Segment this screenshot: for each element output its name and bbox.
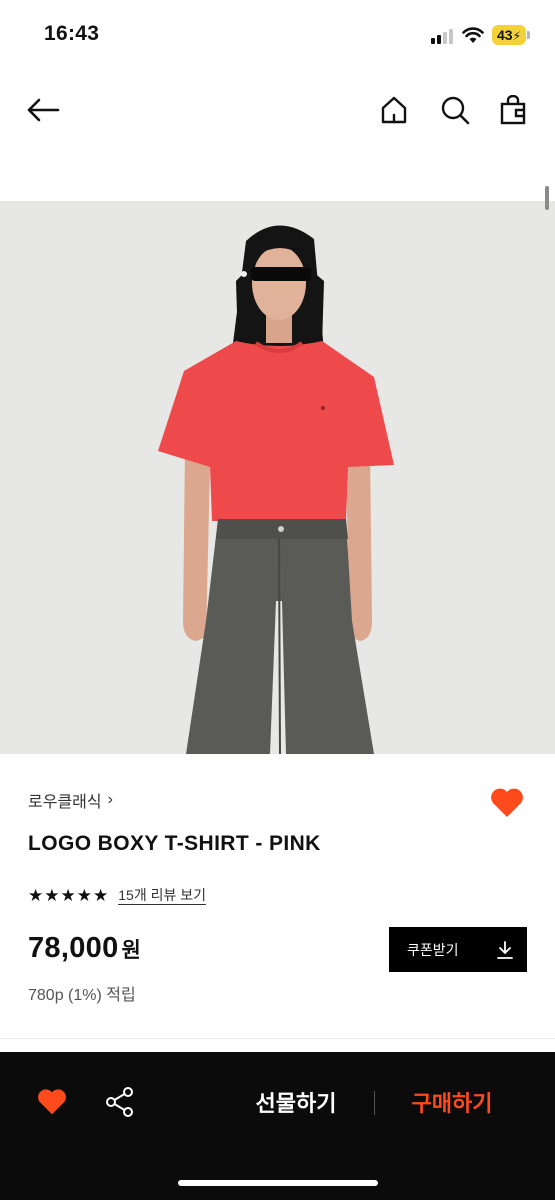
bottom-wishlist-button[interactable] [33, 1082, 71, 1122]
heart-icon [38, 1089, 66, 1115]
star-icon: ★ [28, 886, 44, 905]
chevron-right-icon: › [107, 791, 113, 808]
reward-points: 780p (1%) 적립 [28, 987, 136, 1004]
search-icon [441, 96, 470, 125]
product-photo-model-icon [0, 201, 555, 754]
brand-link[interactable]: 로우클래식 › [28, 788, 113, 812]
price-row: 78,000 원 [28, 932, 141, 965]
button-separator [374, 1091, 375, 1115]
battery-charging-icon: 43⚡ [492, 25, 526, 45]
back-button[interactable] [18, 80, 68, 140]
rating-row: ★ ★ ★ ★ ★ 15개 리뷰 보기 [28, 886, 207, 906]
star-icon: ★ [76, 886, 92, 905]
nav-bar [0, 80, 555, 140]
download-icon [497, 940, 513, 959]
gift-button[interactable]: 선물하기 [236, 1082, 356, 1122]
battery-tip [527, 31, 530, 39]
status-time: 16:43 [44, 22, 100, 45]
back-arrow-icon [27, 98, 60, 122]
scrollbar[interactable] [545, 186, 549, 210]
product-image[interactable] [0, 201, 555, 754]
heart-icon [491, 788, 523, 817]
review-link[interactable]: 15개 리뷰 보기 [118, 887, 207, 905]
search-button[interactable] [433, 80, 477, 140]
cart-button[interactable] [491, 80, 535, 140]
buy-button[interactable]: 구매하기 [392, 1082, 512, 1122]
wifi-icon [462, 27, 484, 43]
shopping-bag-icon [500, 95, 526, 125]
wishlist-button[interactable] [486, 782, 528, 824]
charging-bolt-icon: ⚡ [512, 29, 521, 43]
bottom-action-bar: 선물하기 구매하기 [0, 1052, 555, 1200]
section-divider [0, 1038, 555, 1039]
home-icon [381, 96, 407, 124]
rating-stars: ★ ★ ★ ★ ★ [28, 886, 108, 906]
price-unit: 원 [121, 939, 141, 962]
home-indicator[interactable] [178, 1180, 378, 1186]
star-icon: ★ [60, 886, 76, 905]
product-price: 78,000 [28, 932, 119, 964]
coupon-button[interactable]: 쿠폰받기 [389, 927, 527, 972]
share-button[interactable] [101, 1082, 139, 1122]
cellular-signal-icon [431, 28, 455, 44]
status-bar: 16:43 43⚡ [0, 0, 555, 70]
product-title: LOGO BOXY T-SHIRT - PINK [28, 832, 321, 855]
share-icon [106, 1087, 133, 1117]
home-button[interactable] [372, 80, 416, 140]
brand-name: 로우클래식 [28, 794, 102, 811]
star-icon: ★ [44, 886, 60, 905]
battery-level: 43 [496, 27, 513, 43]
star-icon: ★ [93, 886, 109, 905]
coupon-label: 쿠폰받기 [407, 941, 459, 958]
